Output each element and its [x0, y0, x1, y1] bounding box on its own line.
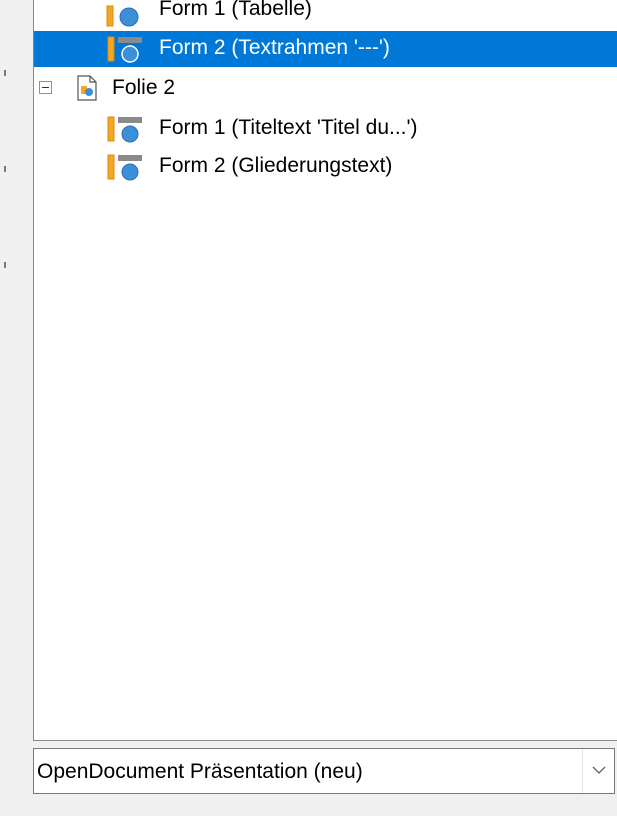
slide-icon: [77, 75, 97, 101]
collapse-icon[interactable]: [39, 81, 52, 94]
text-shape-icon: [107, 116, 142, 143]
tree-item-label: Folie 2: [112, 76, 176, 99]
edge-tick: [4, 166, 6, 172]
document-filter-value: OpenDocument Präsentation (neu): [37, 760, 363, 783]
dropdown-button[interactable]: [582, 749, 614, 793]
tree-item-folie-2[interactable]: Folie 2: [34, 71, 617, 107]
edge-tick: [4, 70, 6, 76]
navigator-panel: Form 1 (Tabelle) Form 2 (Textrahmen '---…: [0, 0, 617, 816]
chevron-down-icon: [592, 766, 606, 774]
tree-item-form-1-tabelle[interactable]: Form 1 (Tabelle): [34, 0, 617, 28]
document-filter-select[interactable]: OpenDocument Präsentation (neu): [33, 748, 615, 794]
text-shape-icon: [107, 154, 142, 181]
navigator-tree[interactable]: Form 1 (Tabelle) Form 2 (Textrahmen '---…: [33, 0, 617, 741]
edge-tick: [4, 262, 6, 268]
tree-item-label: Form 2 (Gliederungstext): [159, 154, 393, 177]
tree-item-form-2-gliederungstext[interactable]: Form 2 (Gliederungstext): [34, 149, 617, 185]
table-shape-icon: [106, 5, 139, 27]
left-border-strip: [0, 0, 33, 816]
text-shape-icon: [107, 36, 142, 63]
tree-item-label: Form 1 (Tabelle): [159, 0, 312, 20]
tree-item-label: Form 1 (Titeltext 'Titel du...'): [159, 116, 418, 139]
tree-item-form-1-titeltext[interactable]: Form 1 (Titeltext 'Titel du...'): [34, 111, 617, 147]
tree-item-label: Form 2 (Textrahmen '---'): [159, 36, 390, 59]
tree-item-form-2-textrahmen[interactable]: Form 2 (Textrahmen '---'): [34, 31, 617, 67]
